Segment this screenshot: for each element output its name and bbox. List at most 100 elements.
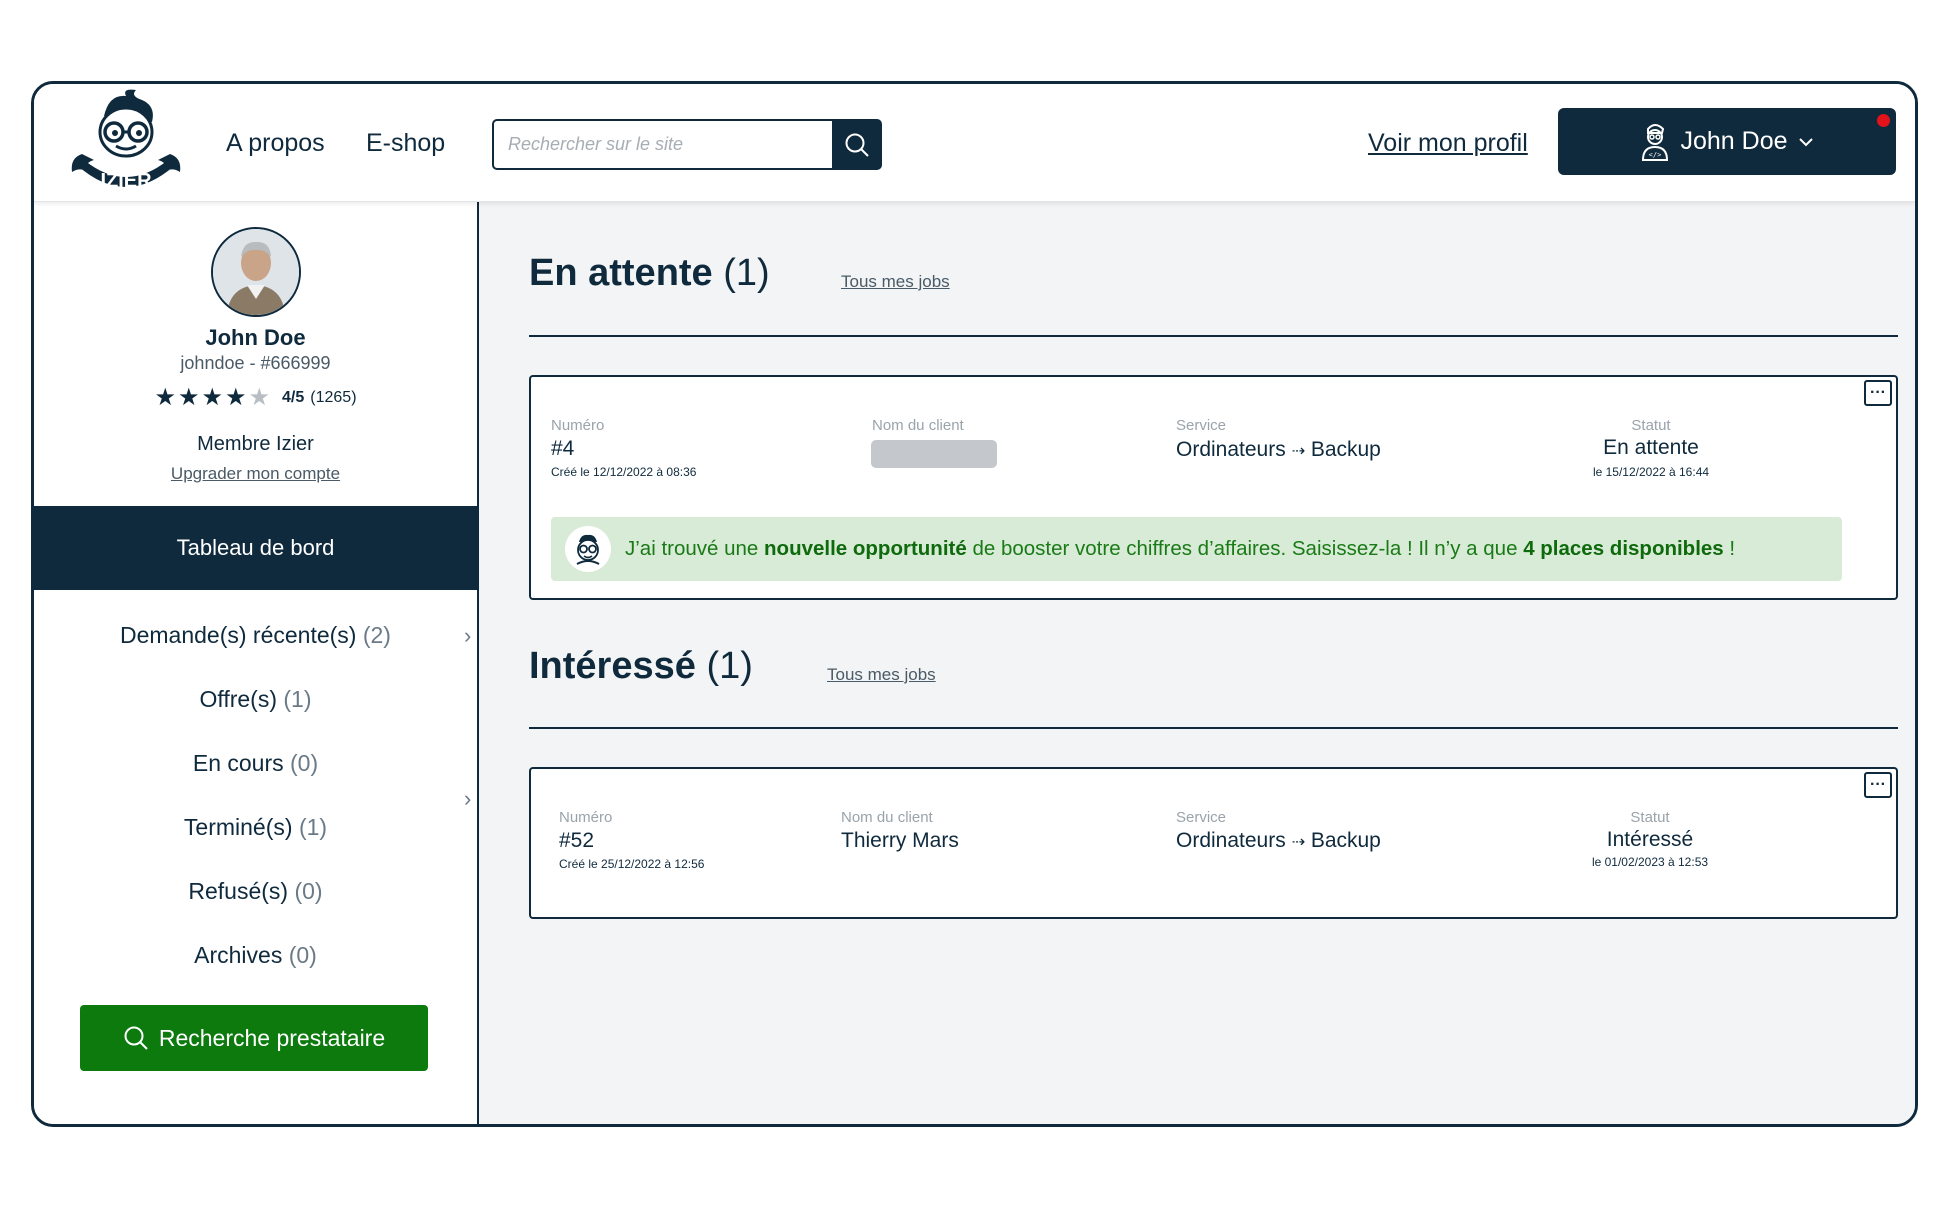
user-menu-button[interactable]: </> John Doe [1558, 108, 1896, 175]
avatar[interactable] [211, 227, 301, 317]
all-jobs-link[interactable]: Tous mes jobs [827, 665, 936, 685]
arrow-right-icon: ⇢ [1291, 834, 1305, 851]
view-profile-link[interactable]: Voir mon profil [1368, 129, 1528, 158]
service-category: Ordinateurs [1176, 438, 1286, 461]
sidebar-user-handle: johndoe - #666999 [180, 353, 331, 373]
opportunity-text: J’ai trouvé une nouvelle opportunité de … [625, 537, 1735, 561]
izier-logo[interactable]: IZIER [64, 88, 188, 196]
search-button[interactable] [832, 119, 882, 170]
dashboard-button[interactable]: Tableau de bord [34, 506, 477, 590]
job-number-label: Numéro [559, 809, 613, 826]
all-jobs-link[interactable]: Tous mes jobs [841, 272, 950, 292]
sidebar-item-completed[interactable]: Terminé(s) (1) [34, 814, 477, 841]
sidebar-item-label: En cours [192, 750, 284, 776]
search-input[interactable] [492, 119, 834, 170]
sidebar: John Doe johndoe - #666999 ★ ★ ★ ★ ★ 4/5… [34, 202, 479, 1124]
arrow-right-icon: ⇢ [1291, 443, 1305, 460]
sidebar-item-refused[interactable]: Refusé(s) (0) [34, 878, 477, 905]
notification-dot [1877, 114, 1890, 127]
nav-about[interactable]: A propos [226, 129, 325, 158]
sidebar-item-count: (2) [362, 622, 391, 648]
sidebar-user-name: John Doe [205, 325, 306, 350]
sidebar-item-label: Demande(s) récente(s) [120, 622, 357, 648]
banner-highlight-2: 4 places disponibles [1523, 537, 1724, 560]
search-icon [845, 133, 869, 157]
user-menu-name: John Doe [1680, 127, 1788, 155]
section-divider [529, 335, 1898, 337]
search-icon [124, 1026, 148, 1050]
app-window: IZIER A propos E-shop Voir mon profil </… [31, 81, 1918, 1127]
job-number-label: Numéro [551, 417, 605, 434]
sidebar-item-label: Terminé(s) [183, 814, 293, 840]
nav-eshop[interactable]: E-shop [366, 129, 445, 158]
chevron-right-icon[interactable]: › [464, 623, 471, 649]
sidebar-item-in-progress[interactable]: En cours (0) [34, 750, 477, 777]
star-icon: ★ [225, 384, 247, 411]
sidebar-item-recent-requests[interactable]: Demande(s) récente(s) (2) [34, 622, 477, 649]
section-title-interested: Intéressé (1) [529, 645, 753, 688]
service-value: Ordinateurs ⇢ Backup [1176, 438, 1381, 462]
banner-text-1: J’ai trouvé une [625, 537, 765, 560]
banner-text-2: de booster votre chiffres d’affaires. Sa… [966, 537, 1524, 560]
more-options-button[interactable]: ··· [1864, 772, 1892, 798]
sidebar-item-label: Refusé(s) [188, 878, 289, 904]
opportunity-banner[interactable]: J’ai trouvé une nouvelle opportunité de … [551, 517, 1842, 581]
rating-count: (1265) [310, 389, 357, 406]
star-icon: ★ [201, 384, 223, 411]
top-header: IZIER A propos E-shop Voir mon profil </… [34, 84, 1915, 202]
status-label: Statut [1631, 417, 1671, 434]
svg-text:</>: </> [1649, 151, 1662, 159]
user-avatar-icon: </> [1642, 123, 1669, 161]
chevron-right-icon[interactable]: › [464, 786, 471, 812]
status-date: le 01/02/2023 à 12:53 [1591, 855, 1709, 869]
star-icon: ★ [177, 384, 200, 411]
sidebar-item-count: (0) [290, 750, 319, 776]
rating: ★ ★ ★ ★ ★ 4/5 (1265) [34, 386, 477, 410]
izier-mascot-icon [565, 526, 611, 572]
section-count: (1) [723, 252, 770, 294]
banner-highlight-1: nouvelle opportunité [764, 537, 967, 560]
section-count: (1) [706, 645, 753, 687]
section-title-text: Intéressé [529, 645, 696, 687]
search-provider-button[interactable]: Recherche prestataire [80, 1005, 428, 1071]
sidebar-item-count: (0) [288, 942, 317, 968]
client-name-label: Nom du client [872, 417, 964, 434]
more-options-button[interactable]: ··· [1864, 380, 1892, 406]
rating-score: 4/5 [282, 389, 305, 406]
client-name-label: Nom du client [841, 809, 933, 826]
banner-text-3: ! [1723, 537, 1736, 560]
service-label: Service [1176, 809, 1227, 826]
job-created-date: Créé le 25/12/2022 à 12:56 [559, 857, 705, 871]
service-value: Ordinateurs ⇢ Backup [1176, 829, 1381, 853]
section-title-text: En attente [529, 252, 713, 294]
status-value: En attente [1603, 436, 1699, 459]
sidebar-item-count: (0) [294, 878, 323, 904]
search-provider-label: Recherche prestataire [158, 1024, 386, 1051]
status-label: Statut [1630, 809, 1670, 826]
sidebar-item-count: (1) [283, 686, 312, 712]
chevron-down-icon [1798, 137, 1813, 146]
star-empty-icon: ★ [248, 384, 271, 411]
service-type: Backup [1310, 438, 1381, 461]
status-value: Intéressé [1606, 828, 1694, 851]
job-card[interactable]: ··· Numéro #52 Créé le 25/12/2022 à 12:5… [529, 767, 1898, 919]
job-created-date: Créé le 12/12/2022 à 08:36 [551, 465, 697, 479]
sidebar-item-archives[interactable]: Archives (0) [34, 942, 477, 969]
service-type: Backup [1310, 829, 1381, 852]
star-icon: ★ [154, 384, 176, 411]
section-divider [529, 727, 1898, 729]
sidebar-item-count: (1) [298, 814, 328, 840]
sidebar-item-label: Archives [194, 942, 283, 968]
upgrade-account-link[interactable]: Upgrader mon compte [34, 464, 477, 484]
section-title-pending: En attente (1) [529, 252, 770, 295]
main-content: En attente (1) Tous mes jobs ··· Numéro … [479, 202, 1915, 1124]
service-category: Ordinateurs [1176, 829, 1286, 852]
membership-label: Membre Izier [197, 433, 314, 455]
client-name: Thierry Mars [841, 829, 959, 852]
sidebar-item-label: Offre(s) [199, 686, 277, 712]
status-date: le 15/12/2022 à 16:44 [1592, 465, 1710, 479]
job-card[interactable]: ··· Numéro #4 Créé le 12/12/2022 à 08:36… [529, 375, 1898, 600]
job-number: #4 [551, 437, 575, 460]
logo-text: IZIER [100, 170, 152, 192]
sidebar-item-offers[interactable]: Offre(s) (1) [34, 686, 477, 713]
